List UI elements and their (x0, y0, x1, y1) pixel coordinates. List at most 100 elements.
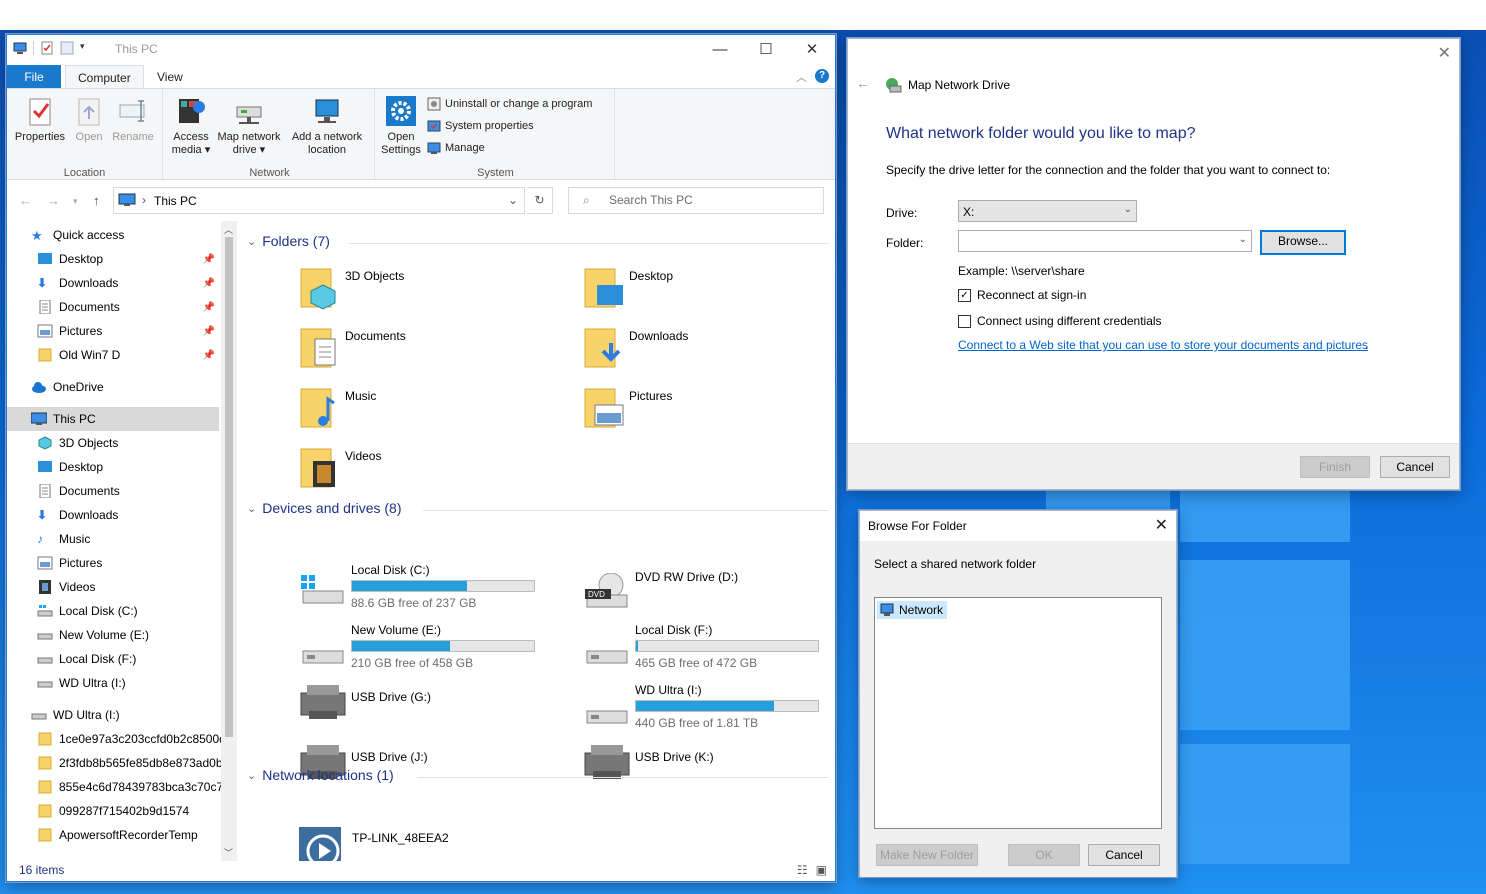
breadcrumb[interactable]: This PC (154, 194, 197, 208)
uninstall-program-button[interactable]: Uninstall or change a program (427, 97, 592, 111)
map-network-drive-button[interactable]: Map network drive ▾ (213, 95, 285, 157)
close-icon[interactable]: ✕ (1438, 43, 1451, 63)
tree-node-network[interactable]: Network (877, 601, 948, 619)
nav-quick-documents[interactable]: Documents 📌 (7, 295, 219, 319)
folder-item-downloads[interactable]: Downloads (583, 323, 835, 379)
make-new-folder-button[interactable]: Make New Folder (876, 844, 978, 866)
manage-button[interactable]: Manage (427, 141, 485, 155)
drive-item-i[interactable]: WD Ultra (I:) 440 GB free of 1.81 TB (583, 683, 835, 739)
nav-quick-access[interactable]: ★ Quick access (7, 223, 219, 247)
nav-wd-folder[interactable]: 855e4c6d78439783bca3c70c7e (7, 775, 221, 799)
finish-button[interactable]: Finish (1300, 456, 1370, 478)
folder-item-music[interactable]: Music (299, 383, 559, 439)
collapse-ribbon-icon[interactable]: ︿ (796, 69, 807, 85)
rename-button[interactable]: Rename (111, 95, 155, 144)
drive-item-e[interactable]: New Volume (E:) 210 GB free of 458 GB (299, 623, 569, 679)
nav-pc-desktop[interactable]: Desktop (7, 455, 219, 479)
back-button[interactable]: ← (19, 193, 32, 208)
browse-button[interactable]: Browse... (1260, 230, 1346, 255)
back-arrow-icon[interactable]: ← (856, 75, 870, 91)
nav-scrollbar[interactable]: ︿ ﹀ (221, 221, 237, 861)
folder-item-3d-objects[interactable]: 3D Objects (299, 263, 559, 319)
properties-icon[interactable] (40, 41, 54, 55)
cancel-button[interactable]: Cancel (1380, 456, 1450, 478)
nav-pc-pictures[interactable]: Pictures (7, 551, 219, 575)
nav-pc-music[interactable]: ♪ Music (7, 527, 219, 551)
network-item-tplink[interactable]: TP-LINK_48EEA2 (299, 827, 559, 861)
customize-toolbar-icon[interactable]: ▾ (80, 41, 94, 55)
section-network-header[interactable]: ⌄ Network locations (1) (247, 767, 394, 783)
nav-pc-downloads[interactable]: ⬇ Downloads (7, 503, 219, 527)
nav-pc-new-volume-e[interactable]: New Volume (E:) (7, 623, 219, 647)
drive-item-c[interactable]: Local Disk (C:) 88.6 GB free of 237 GB (299, 563, 569, 619)
help-icon[interactable]: ? (815, 69, 829, 83)
nav-quick-downloads[interactable]: ⬇ Downloads 📌 (7, 271, 219, 295)
open-button[interactable]: Open (71, 95, 107, 144)
details-view-icon[interactable]: ☷ (797, 863, 808, 877)
nav-pc-videos[interactable]: Videos (7, 575, 219, 599)
tab-computer[interactable]: Computer (65, 65, 144, 89)
add-network-location-button[interactable]: Add a network location (287, 95, 367, 157)
new-folder-icon[interactable] (60, 41, 74, 55)
refresh-button[interactable]: ↻ (527, 187, 553, 214)
up-button[interactable]: ↑ (93, 193, 100, 208)
system-properties-button[interactable]: System properties (427, 119, 534, 133)
folder-tree[interactable]: Network (874, 597, 1162, 829)
folder-item-documents[interactable]: Documents (299, 323, 559, 379)
close-icon[interactable]: ✕ (1155, 515, 1168, 535)
forward-button[interactable]: → (47, 193, 60, 208)
recent-locations-button[interactable]: ▾ (73, 196, 78, 207)
nav-wd-ultra[interactable]: WD Ultra (I:) (7, 703, 219, 727)
nav-this-pc[interactable]: This PC (7, 407, 219, 431)
nav-quick-desktop[interactable]: Desktop 📌 (7, 247, 219, 271)
chevron-down-icon[interactable]: ⌄ (508, 193, 518, 207)
tab-view[interactable]: View (145, 65, 195, 89)
nav-pc-wd-ultra-i[interactable]: WD Ultra (I:) (7, 671, 219, 695)
drive-item-d[interactable]: DVD DVD RW Drive (D:) (583, 563, 835, 619)
search-input[interactable] (607, 192, 807, 208)
close-button[interactable]: ✕ (789, 35, 835, 63)
nav-pc-local-disk-f[interactable]: Local Disk (F:) (7, 647, 219, 671)
nav-wd-folder[interactable]: 099287f715402b9d1574 (7, 799, 219, 823)
nav-pc-3d-objects[interactable]: 3D Objects (7, 431, 219, 455)
scroll-up-icon[interactable]: ︿ (224, 223, 233, 236)
folder-item-pictures[interactable]: Pictures (583, 383, 835, 439)
search-box[interactable]: ⌕ (568, 187, 824, 214)
nav-pc-documents[interactable]: Documents (7, 479, 219, 503)
cancel-button[interactable]: Cancel (1088, 844, 1160, 866)
address-bar[interactable]: › This PC ⌄ (113, 187, 525, 214)
nav-wd-folder[interactable]: ApowersoftRecorderTemp (7, 823, 219, 847)
ribbon-tabs: File Computer View ︿ ? (7, 65, 835, 89)
large-icons-view-icon[interactable]: ▣ (816, 863, 827, 877)
section-folders-header[interactable]: ⌄ Folders (7) (247, 233, 330, 249)
nav-quick-old-win7[interactable]: Old Win7 D 📌 (7, 343, 219, 367)
nav-wd-folder[interactable]: 1ce0e97a3c203ccfd0b2c8500d (7, 727, 221, 751)
section-devices-header[interactable]: ⌄ Devices and drives (8) (247, 500, 402, 516)
web-site-link[interactable]: Connect to a Web site that you can use t… (958, 338, 1368, 352)
drive-item-k[interactable]: USB Drive (K:) (583, 743, 835, 799)
folder-item-desktop[interactable]: Desktop (583, 263, 835, 319)
drive-select[interactable]: X: ⌄ (958, 200, 1137, 222)
checkbox-box[interactable] (958, 314, 971, 328)
chevron-down-icon[interactable]: ⌄ (1239, 234, 1247, 245)
scroll-down-icon[interactable]: ﹀ (224, 846, 233, 859)
nav-pc-local-disk-c[interactable]: Local Disk (C:) (7, 599, 219, 623)
nav-wd-folder[interactable]: 2f3fdb8b565fe85db8e873ad0ba (7, 751, 221, 775)
access-media-button[interactable]: Access media ▾ (171, 95, 211, 157)
folder-item-videos[interactable]: Videos (299, 443, 559, 499)
drive-item-g[interactable]: USB Drive (G:) (299, 683, 569, 739)
properties-button[interactable]: Properties (13, 95, 67, 144)
ok-button[interactable]: OK (1008, 844, 1080, 866)
minimize-button[interactable]: — (697, 35, 743, 63)
drive-item-f[interactable]: Local Disk (F:) 465 GB free of 472 GB (583, 623, 835, 679)
scroll-thumb[interactable] (225, 237, 233, 737)
different-credentials-checkbox[interactable]: Connect using different credentials (958, 314, 1162, 328)
maximize-button[interactable]: ☐ (743, 35, 789, 63)
checkbox-box[interactable]: ✓ (958, 288, 971, 302)
nav-onedrive[interactable]: OneDrive (7, 375, 219, 399)
open-settings-button[interactable]: Open Settings (379, 95, 423, 157)
reconnect-checkbox[interactable]: ✓ Reconnect at sign-in (958, 288, 1086, 302)
tab-file[interactable]: File (7, 65, 61, 89)
nav-quick-pictures[interactable]: Pictures 📌 (7, 319, 219, 343)
folder-input[interactable]: ⌄ (958, 230, 1252, 252)
